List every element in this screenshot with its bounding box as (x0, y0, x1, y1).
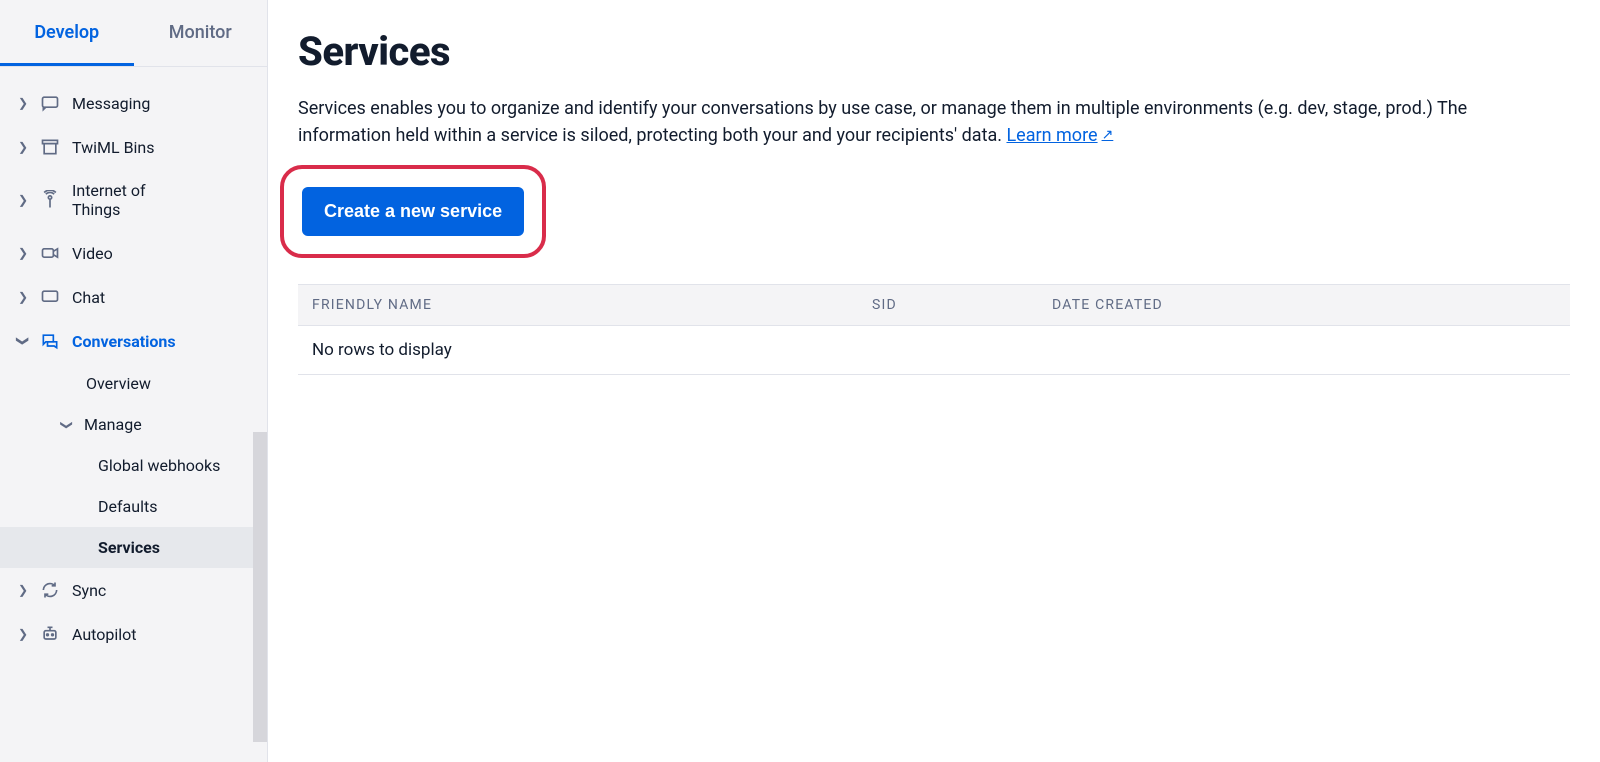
scrollbar[interactable] (253, 432, 267, 742)
sidebar-item-messaging[interactable]: ❯ Messaging (0, 81, 267, 125)
sidebar-sub-manage[interactable]: ❯ Manage (0, 404, 267, 445)
description-text: Services enables you to organize and ide… (298, 98, 1467, 146)
highlight-annotation: Create a new service (280, 165, 546, 258)
sidebar-item-sync[interactable]: ❯ Sync (0, 568, 267, 612)
video-icon (40, 243, 60, 263)
tower-icon (40, 190, 60, 210)
sidebar-sub-overview[interactable]: Overview (0, 363, 267, 404)
create-service-button[interactable]: Create a new service (302, 187, 524, 236)
sidebar-sub-label: Manage (84, 415, 142, 434)
robot-icon (40, 624, 60, 644)
chevron-right-icon: ❯ (18, 246, 28, 260)
sync-icon (40, 580, 60, 600)
tab-develop[interactable]: Develop (0, 0, 134, 66)
page-title: Services (298, 28, 1570, 75)
services-table: FRIENDLY NAME SID DATE CREATED No rows t… (298, 284, 1570, 375)
sidebar-item-label: TwiML Bins (72, 138, 155, 157)
column-sid: SID (872, 297, 1052, 313)
sidebar-sub-services[interactable]: Services (0, 527, 267, 568)
archive-icon (40, 137, 60, 157)
sidebar-sub-global-webhooks[interactable]: Global webhooks (0, 445, 267, 486)
chevron-down-icon: ❯ (16, 336, 30, 346)
sidebar: Develop Monitor ❯ Messaging ❯ TwiML Bins… (0, 0, 268, 762)
sidebar-item-label: Chat (72, 288, 105, 307)
sidebar-item-label: Messaging (72, 94, 150, 113)
sidebar-item-iot[interactable]: ❯ Internet of Things (0, 169, 267, 231)
learn-more-link[interactable]: Learn more ↗ (1006, 122, 1113, 149)
sidebar-item-autopilot[interactable]: ❯ Autopilot (0, 612, 267, 656)
learn-more-label: Learn more (1006, 122, 1097, 149)
chevron-right-icon: ❯ (18, 96, 28, 110)
sidebar-item-label: Internet of Things (72, 181, 192, 219)
main-content: Services Services enables you to organiz… (268, 0, 1600, 762)
sidebar-item-label: Sync (72, 581, 106, 600)
sidebar-tabs: Develop Monitor (0, 0, 267, 67)
sidebar-item-twiml-bins[interactable]: ❯ TwiML Bins (0, 125, 267, 169)
table-empty-row: No rows to display (298, 326, 1570, 375)
sidebar-item-video[interactable]: ❯ Video (0, 231, 267, 275)
sidebar-item-label: Conversations (72, 332, 176, 351)
sidebar-sub-defaults[interactable]: Defaults (0, 486, 267, 527)
sidebar-item-chat[interactable]: ❯ Chat (0, 275, 267, 319)
services-description: Services enables you to organize and ide… (298, 95, 1558, 149)
chevron-down-icon: ❯ (60, 420, 74, 430)
tab-monitor[interactable]: Monitor (134, 0, 268, 66)
table-header: FRIENDLY NAME SID DATE CREATED (298, 284, 1570, 326)
message-icon (40, 93, 60, 113)
external-link-icon: ↗ (1102, 125, 1114, 146)
column-date-created: DATE CREATED (1052, 297, 1556, 313)
chevron-right-icon: ❯ (18, 290, 28, 304)
chat-icon (40, 287, 60, 307)
chevron-right-icon: ❯ (18, 193, 28, 207)
sidebar-item-conversations[interactable]: ❯ Conversations (0, 319, 267, 363)
column-friendly-name: FRIENDLY NAME (312, 297, 872, 313)
chevron-right-icon: ❯ (18, 140, 28, 154)
chevron-right-icon: ❯ (18, 627, 28, 641)
sidebar-item-label: Autopilot (72, 625, 137, 644)
chevron-right-icon: ❯ (18, 583, 28, 597)
sidebar-item-label: Video (72, 244, 113, 263)
conversations-icon (40, 331, 60, 351)
sidebar-nav: ❯ Messaging ❯ TwiML Bins ❯ Internet of T… (0, 67, 267, 762)
